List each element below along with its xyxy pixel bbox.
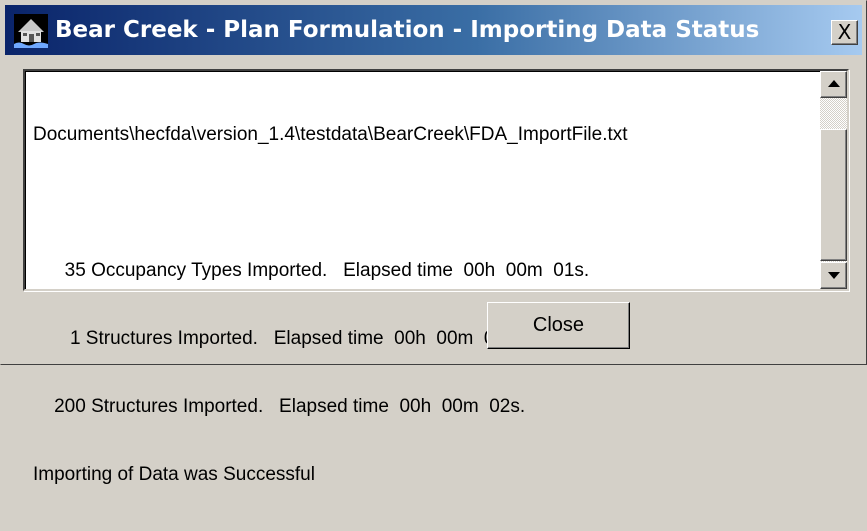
window-close-button[interactable]: X: [831, 20, 858, 45]
status-log-textbox[interactable]: Documents\hecfda\version_1.4\testdata\Be…: [23, 69, 849, 485]
log-line-file-path: Documents\hecfda\version_1.4\testdata\Be…: [33, 124, 628, 145]
log-line-structures-1: 1 Structures Imported. Elapsed time 00h …: [33, 328, 520, 349]
close-button[interactable]: Close: [487, 302, 630, 349]
arrow-up-icon: [828, 80, 840, 87]
hec-fda-house-icon: [14, 14, 48, 48]
title-bar[interactable]: Bear Creek - Plan Formulation - Importin…: [5, 5, 862, 55]
status-log-text: Documents\hecfda\version_1.4\testdata\Be…: [33, 79, 803, 531]
arrow-down-icon: [828, 272, 840, 279]
scroll-thumb[interactable]: [820, 129, 847, 261]
log-line-success: Importing of Data was Successful: [33, 464, 315, 485]
import-status-dialog: Bear Creek - Plan Formulation - Importin…: [0, 0, 867, 485]
log-line-structures-200: 200 Structures Imported. Elapsed time 00…: [33, 396, 526, 417]
log-line-occupancy-types: 35 Occupancy Types Imported. Elapsed tim…: [33, 260, 590, 281]
log-line-blank: [33, 191, 803, 215]
window-title: Bear Creek - Plan Formulation - Importin…: [55, 17, 760, 43]
vertical-scrollbar[interactable]: [820, 71, 847, 289]
scroll-down-button[interactable]: [820, 262, 847, 289]
scroll-up-button[interactable]: [820, 71, 847, 98]
close-icon: X: [837, 20, 852, 44]
